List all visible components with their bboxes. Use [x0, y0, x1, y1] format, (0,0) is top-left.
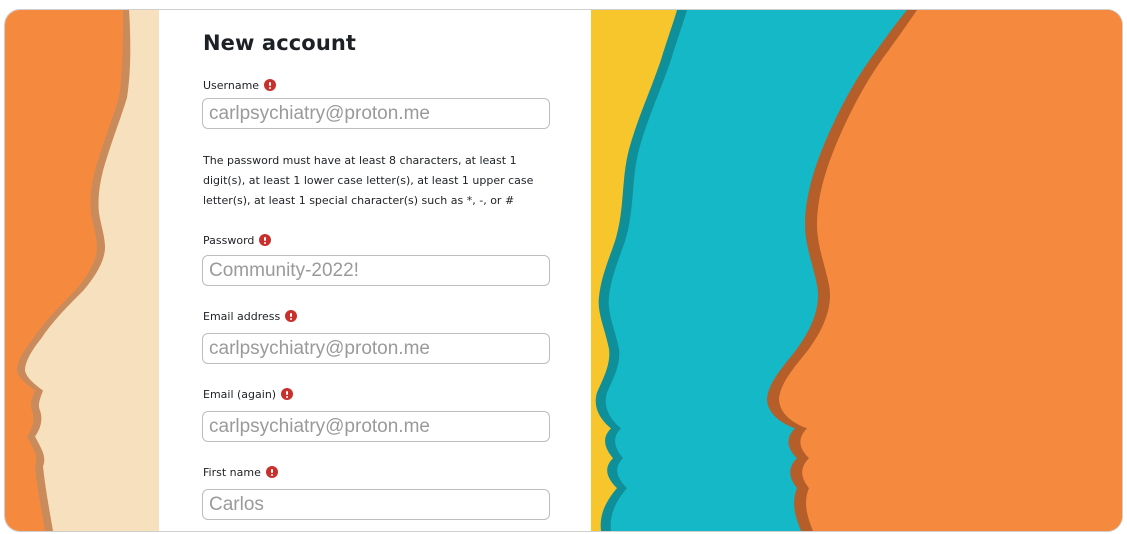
- face-silhouette-left-image: [5, 10, 159, 531]
- first-name-label-row: First name: [203, 464, 278, 480]
- password-input[interactable]: [202, 255, 550, 286]
- decorative-art-right: [591, 10, 1122, 531]
- password-policy-text: The password must have at least 8 charac…: [203, 154, 534, 207]
- email-again-label-row: Email (again): [203, 386, 294, 402]
- username-label-row: Username: [203, 77, 277, 93]
- email-label-row: Email address: [203, 308, 298, 324]
- required-icon: [285, 310, 298, 322]
- first-name-label: First name: [203, 465, 261, 479]
- signup-window: New account Username The password must h…: [4, 9, 1123, 532]
- required-icon: [259, 234, 272, 246]
- required-icon: [265, 466, 278, 478]
- username-input[interactable]: [202, 98, 550, 129]
- decorative-art-left: [5, 10, 159, 531]
- required-icon: [264, 79, 277, 91]
- page-title: New account: [203, 31, 357, 55]
- username-label: Username: [203, 78, 260, 92]
- password-label-row: Password: [203, 232, 272, 248]
- email-again-label: Email (again): [203, 387, 277, 401]
- face-silhouettes-right-image: [591, 10, 1122, 531]
- required-icon: [281, 388, 294, 400]
- email-label: Email address: [203, 309, 281, 323]
- password-label: Password: [203, 233, 255, 247]
- email-again-input[interactable]: [202, 411, 550, 442]
- first-name-input[interactable]: [202, 489, 550, 520]
- email-input[interactable]: [202, 333, 550, 364]
- new-account-form: New account Username The password must h…: [159, 10, 591, 531]
